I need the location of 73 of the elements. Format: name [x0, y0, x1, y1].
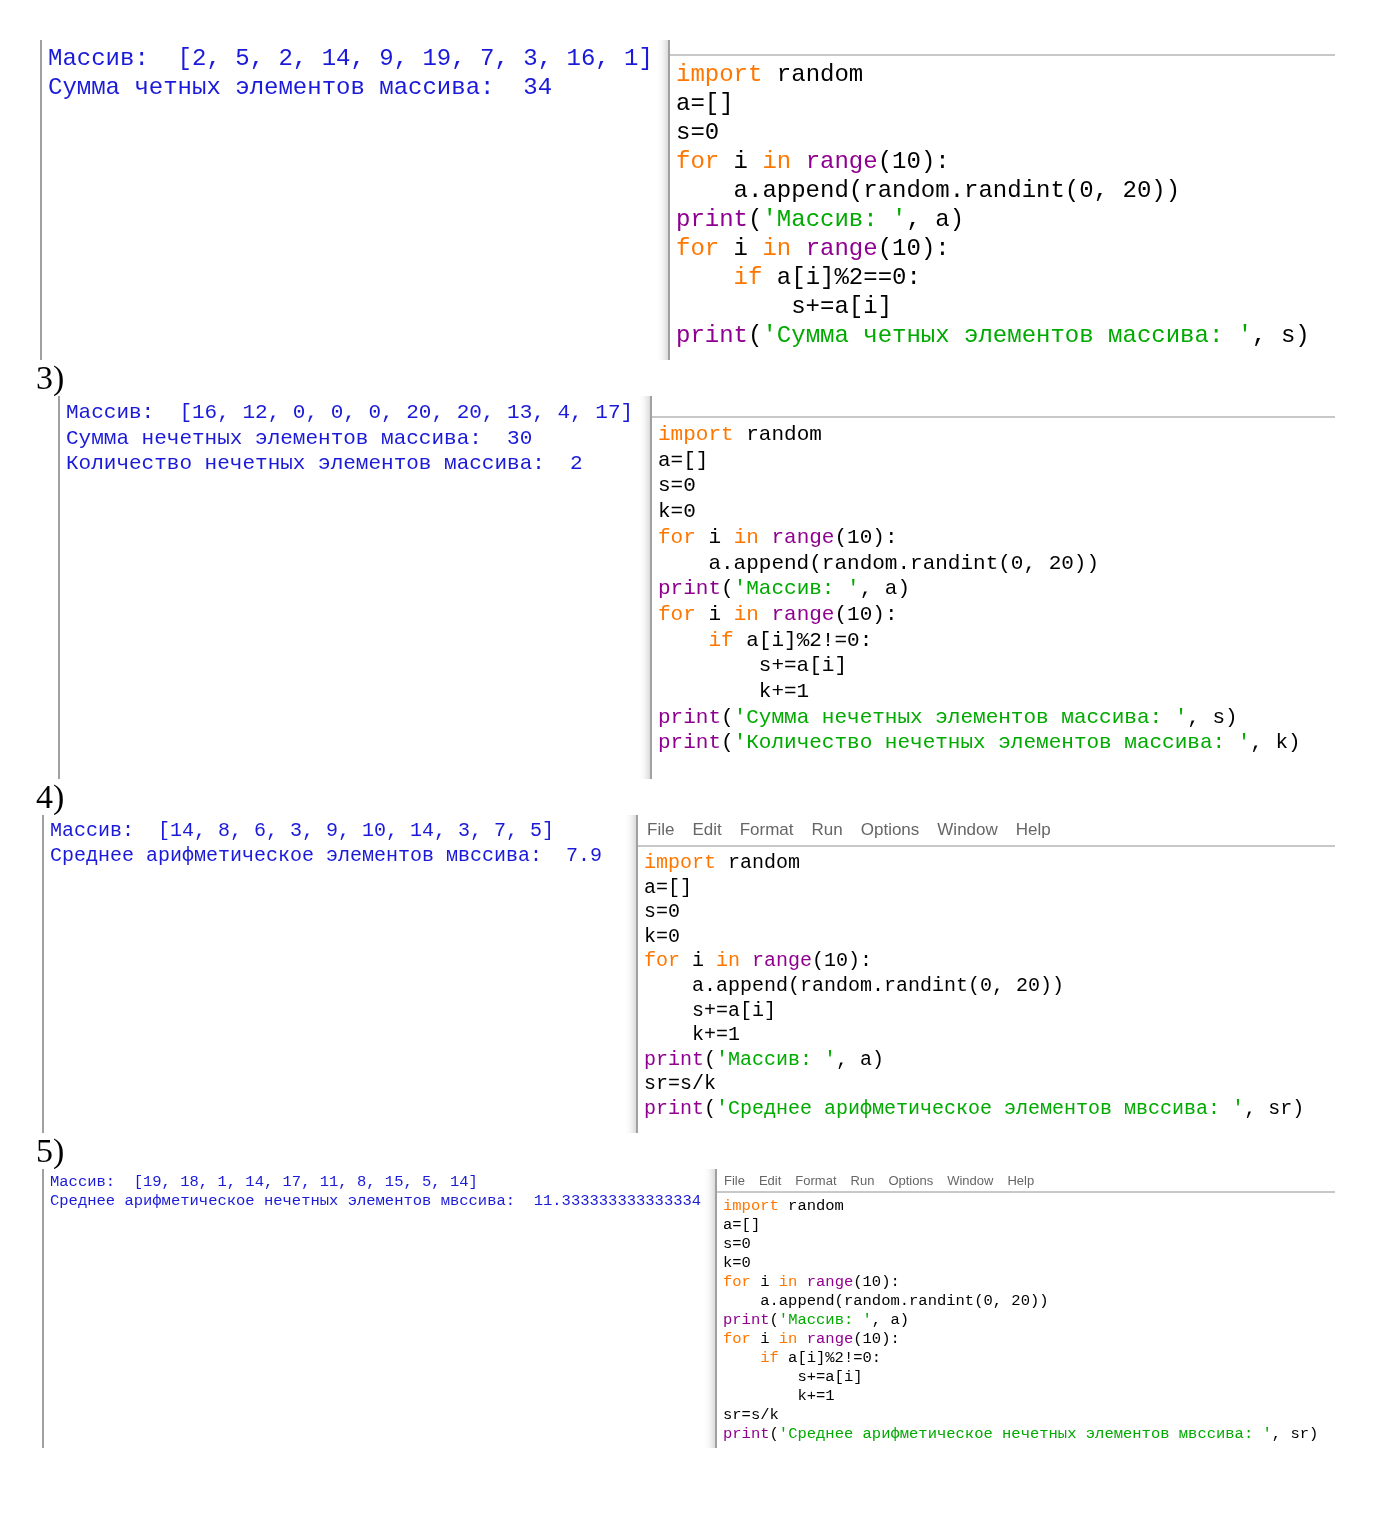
code-line: print('Среднее арифметическое нечетных элементов мвссива: ', sr) [723, 1425, 1320, 1444]
code-line: k=0 [723, 1254, 752, 1273]
code-line: for i in range(10): [644, 949, 874, 974]
code-line: print('Сумма нечетных элементов массива: ', s) [658, 704, 1239, 731]
menu-item[interactable]: Run [843, 1172, 882, 1188]
code-line: a=[] [658, 447, 710, 474]
code-line: s+=a[i] [757, 653, 849, 680]
code-line: print('Массив: ', a) [723, 1311, 911, 1330]
code-line: a=[] [676, 89, 735, 118]
code-line: print('Среднее арифметическое элементов мвссива: ', sr) [644, 1096, 1306, 1122]
menu-item[interactable]: Help [1000, 1172, 1042, 1188]
exercise-number: 3) [36, 360, 65, 396]
code-line: import random [723, 1197, 845, 1216]
code-line: s=0 [658, 473, 697, 500]
output-line: Сумма четных элементов массива: 34 [48, 73, 554, 102]
code-line: sr=s/k [723, 1406, 780, 1425]
code-line: sr=s/k [644, 1072, 717, 1097]
menu-item[interactable]: Edit [683, 820, 731, 840]
code-line: print('Массив: ', a) [658, 576, 912, 602]
menu-item[interactable]: File [638, 820, 684, 840]
code-line: a=[] [723, 1216, 762, 1235]
output-line: Массив: [14, 8, 6, 3, 9, 10, 14, 3, 7, 5] [50, 819, 556, 844]
menu-item[interactable]: Window [940, 1172, 1001, 1188]
code-line: s=0 [676, 118, 721, 147]
code-line: if a[i]%2!=0: [759, 1349, 883, 1368]
menu-item[interactable]: Window [928, 820, 1007, 840]
code-line: s+=a[i] [796, 1368, 864, 1387]
code-line: k=0 [658, 499, 697, 525]
output-line: Сумма нечетных элементов массива: 30 [66, 425, 534, 452]
menu-item[interactable]: Format [788, 1172, 844, 1188]
code-line: print('Количество нечетных элементов массива: ', k) [658, 730, 1302, 757]
menu-item[interactable]: Help [1006, 820, 1060, 840]
output-line: Массив: [2, 5, 2, 14, 9, 19, 7, 3, 16, 1] [48, 44, 654, 73]
code-line: print('Сумма четных элементов массива: ', s) [676, 321, 1311, 350]
code-line: k+=1 [691, 1023, 741, 1048]
menu-item[interactable]: Edit [751, 1172, 789, 1188]
code-line: for i in range(10): [658, 524, 899, 551]
code-line: k+=1 [757, 679, 811, 705]
code-line: s+=a[i] [790, 292, 894, 321]
code-line: for i in range(10): [723, 1273, 901, 1292]
menu-item[interactable]: File [717, 1172, 752, 1188]
code-line: for i in range(10): [676, 147, 951, 176]
code-line: s+=a[i] [691, 998, 778, 1024]
code-line: for i in range(10): [676, 234, 951, 263]
menu-item[interactable]: Format [730, 820, 803, 840]
code-line: a.append(random.randint(0, 20)) [732, 176, 1182, 205]
code-line: s=0 [644, 900, 681, 925]
exercise-number: 4) [36, 779, 65, 815]
code-line: for i in range(10): [723, 1330, 901, 1349]
code-line: a.append(random.randint(0, 20)) [759, 1292, 1050, 1311]
output-line: Среднее арифметическое нечетных элементов мвссива: 11.333333333333334 [50, 1192, 703, 1211]
code-line: import random [644, 851, 802, 876]
code-line: a.append(random.randint(0, 20)) [691, 973, 1066, 999]
output-line: Среднее арифметическое элементов мвссива: 7.9 [50, 843, 604, 869]
code-line: print('Массив: ', a) [676, 205, 966, 234]
code-line: import random [658, 422, 823, 448]
output-line: Количество нечетных элементов массива: 2 [66, 451, 584, 478]
menu-item[interactable]: Options [851, 820, 929, 840]
code-line: s=0 [723, 1235, 752, 1254]
menu-item[interactable]: Options [881, 1172, 941, 1188]
code-line: if a[i]%2!=0: [707, 627, 874, 654]
exercise-number: 5) [36, 1133, 65, 1169]
output-line: Массив: [19, 18, 1, 14, 17, 11, 8, 15, 5, 14] [50, 1173, 479, 1192]
code-line: for i in range(10): [658, 601, 899, 628]
code-line: a.append(random.randint(0, 20)) [707, 550, 1101, 577]
code-line: if a[i]%2==0: [732, 263, 922, 292]
code-line: k=0 [644, 924, 681, 950]
code-line: k+=1 [796, 1387, 836, 1406]
code-line: import random [676, 60, 865, 89]
code-line: print('Массив: ', a) [644, 1047, 886, 1073]
output-line: Массив: [16, 12, 0, 0, 0, 20, 20, 13, 4, 17] [66, 400, 635, 426]
menu-item[interactable]: Run [802, 820, 852, 840]
code-line: a=[] [644, 875, 693, 901]
